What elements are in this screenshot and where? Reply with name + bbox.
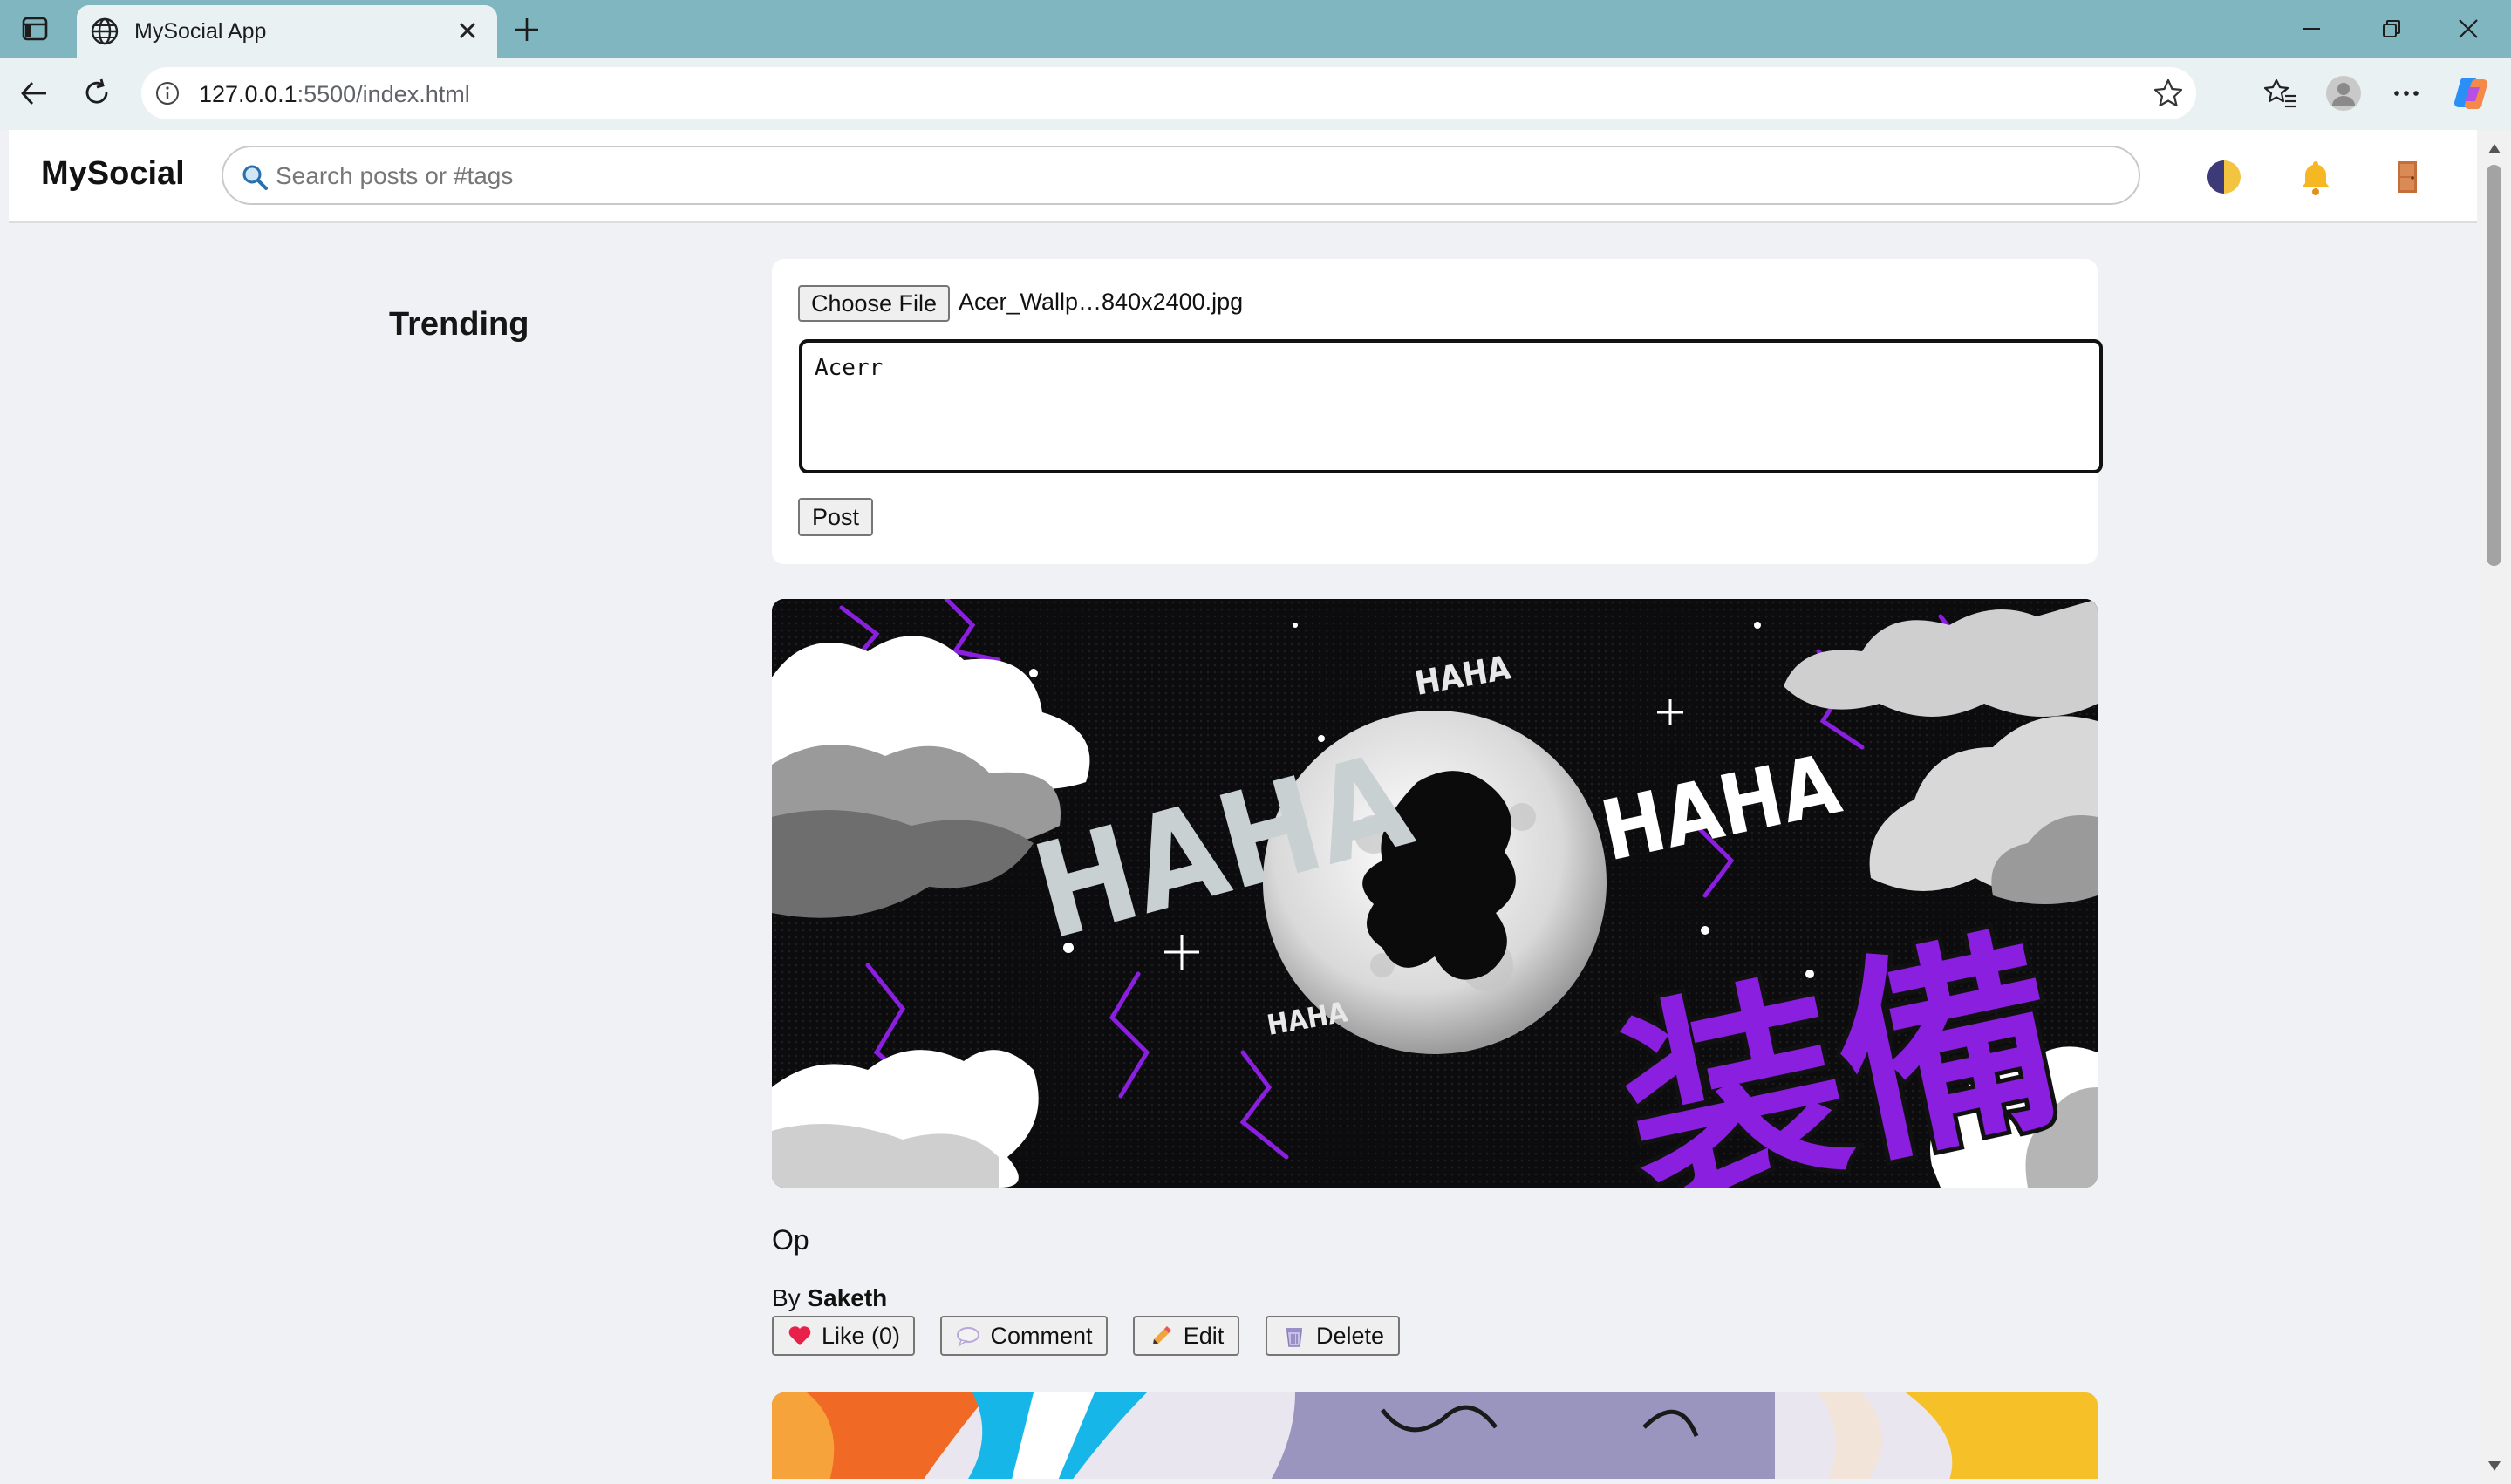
- favorites-icon[interactable]: [2259, 71, 2303, 115]
- post-author: By Saketh: [772, 1284, 888, 1311]
- globe-icon: [89, 16, 120, 47]
- url-text: 127.0.0.1:5500/index.html: [199, 81, 470, 107]
- delete-button[interactable]: Delete: [1266, 1316, 1400, 1356]
- favorite-star-icon[interactable]: [2153, 78, 2184, 109]
- close-window-icon[interactable]: [2442, 9, 2494, 49]
- choose-file-button[interactable]: Choose File: [798, 285, 950, 322]
- post-caption: Op: [772, 1224, 809, 1256]
- heart-icon: [787, 1323, 813, 1349]
- bell-icon[interactable]: [2289, 151, 2342, 203]
- next-post-image: [772, 1392, 2098, 1479]
- tab-title: MySocial App: [134, 19, 267, 44]
- trending-heading: Trending: [389, 306, 529, 343]
- browser-toolbar: 127.0.0.1:5500/index.html: [0, 58, 2511, 130]
- browser-window: MySocial App ✕ 127.0.0.1:5500/index.html: [0, 0, 2511, 1484]
- app-logo[interactable]: MySocial: [41, 155, 185, 193]
- scroll-thumb[interactable]: [2487, 165, 2501, 566]
- new-tab-icon[interactable]: [508, 10, 546, 49]
- site-info-icon[interactable]: [154, 79, 181, 107]
- speech-bubble-icon: [955, 1323, 981, 1349]
- theme-toggle-icon[interactable]: [2198, 151, 2250, 203]
- search-box[interactable]: [222, 146, 2140, 205]
- more-options-icon[interactable]: [2385, 71, 2428, 115]
- copilot-icon[interactable]: [2449, 71, 2493, 115]
- restore-icon[interactable]: [2365, 9, 2418, 49]
- tab-actions-icon[interactable]: [16, 10, 54, 47]
- search-icon: [241, 163, 269, 191]
- post-composer: Choose File Acer_Wallp…840x2400.jpg Post: [772, 259, 2103, 564]
- back-icon[interactable]: [12, 71, 56, 115]
- close-tab-icon[interactable]: ✕: [452, 16, 483, 47]
- profile-avatar-icon[interactable]: [2322, 71, 2365, 115]
- trash-icon: [1281, 1323, 1307, 1349]
- address-bar[interactable]: 127.0.0.1:5500/index.html: [141, 67, 2196, 119]
- search-input[interactable]: [276, 158, 2107, 194]
- door-icon[interactable]: [2381, 151, 2433, 203]
- minimize-icon[interactable]: [2285, 9, 2337, 49]
- scroll-up-icon[interactable]: [2486, 140, 2503, 158]
- selected-file-name: Acer_Wallp…840x2400.jpg: [959, 289, 1244, 315]
- pencil-icon: [1149, 1323, 1175, 1349]
- post-image: HAHA HAHA HAHA HAHA 装備: [772, 599, 2098, 1188]
- reload-icon[interactable]: [75, 71, 119, 115]
- browser-tab[interactable]: MySocial App ✕: [77, 5, 497, 58]
- browser-titlebar: MySocial App ✕: [0, 0, 2511, 58]
- scroll-down-icon[interactable]: [2486, 1457, 2503, 1474]
- author-name[interactable]: Saketh: [807, 1284, 887, 1311]
- app-header: MySocial: [9, 130, 2477, 223]
- like-button[interactable]: Like (0): [772, 1316, 915, 1356]
- post-text-input[interactable]: [799, 339, 2103, 473]
- edit-button[interactable]: Edit: [1133, 1316, 1239, 1356]
- page-scrollbar[interactable]: [2477, 130, 2511, 1484]
- comment-button[interactable]: Comment: [940, 1316, 1108, 1356]
- post-button[interactable]: Post: [798, 498, 873, 536]
- web-page: MySocial Trending Choose File Acer_Wallp…: [9, 130, 2477, 1479]
